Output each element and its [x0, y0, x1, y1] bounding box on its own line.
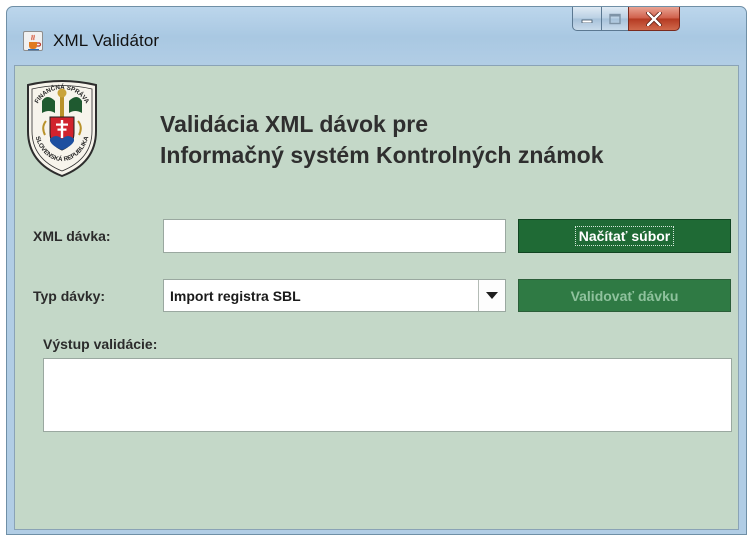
close-button[interactable]: [628, 7, 680, 31]
chevron-down-icon: [486, 292, 498, 299]
close-icon: [646, 11, 662, 26]
validation-output-label: Výstup validácie:: [43, 336, 158, 352]
minimize-icon: [581, 19, 593, 23]
window-title: XML Validátor: [53, 31, 160, 50]
batch-type-label: Typ dávky:: [33, 288, 106, 304]
batch-type-selected-value: Import registra SBL: [170, 288, 301, 304]
minimize-button[interactable]: [572, 7, 602, 31]
batch-type-dropdown-button[interactable]: [478, 280, 505, 311]
validation-output-area[interactable]: [43, 358, 732, 432]
load-file-button-label: Načítať súbor: [574, 226, 675, 246]
client-area: FINANČNÁ SPRÁVA SLOVENSKÁ REPUBLIKA Vali…: [14, 65, 739, 530]
page-title: Validácia XML dávok pre Informačný systé…: [160, 109, 604, 171]
batch-type-select[interactable]: Import registra SBL: [163, 279, 506, 312]
page-title-line1: Validácia XML dávok pre: [160, 111, 429, 137]
maximize-icon: [609, 13, 621, 24]
xml-batch-label: XML dávka:: [33, 228, 111, 244]
maximize-button[interactable]: [601, 7, 629, 31]
load-file-button[interactable]: Načítať súbor: [518, 219, 731, 253]
financna-sprava-emblem: FINANČNÁ SPRÁVA SLOVENSKÁ REPUBLIKA: [27, 80, 97, 178]
title-bar[interactable]: XML Validátor: [7, 7, 746, 65]
xml-batch-input[interactable]: [163, 219, 506, 253]
java-cup-icon[interactable]: [23, 31, 43, 51]
validate-batch-button[interactable]: Validovať dávku: [518, 279, 731, 312]
page-title-line2: Informačný systém Kontrolných známok: [160, 142, 604, 168]
app-window: XML Validátor FINANČNÁ SPRÁVA SLOVENSKÁ …: [6, 6, 747, 535]
